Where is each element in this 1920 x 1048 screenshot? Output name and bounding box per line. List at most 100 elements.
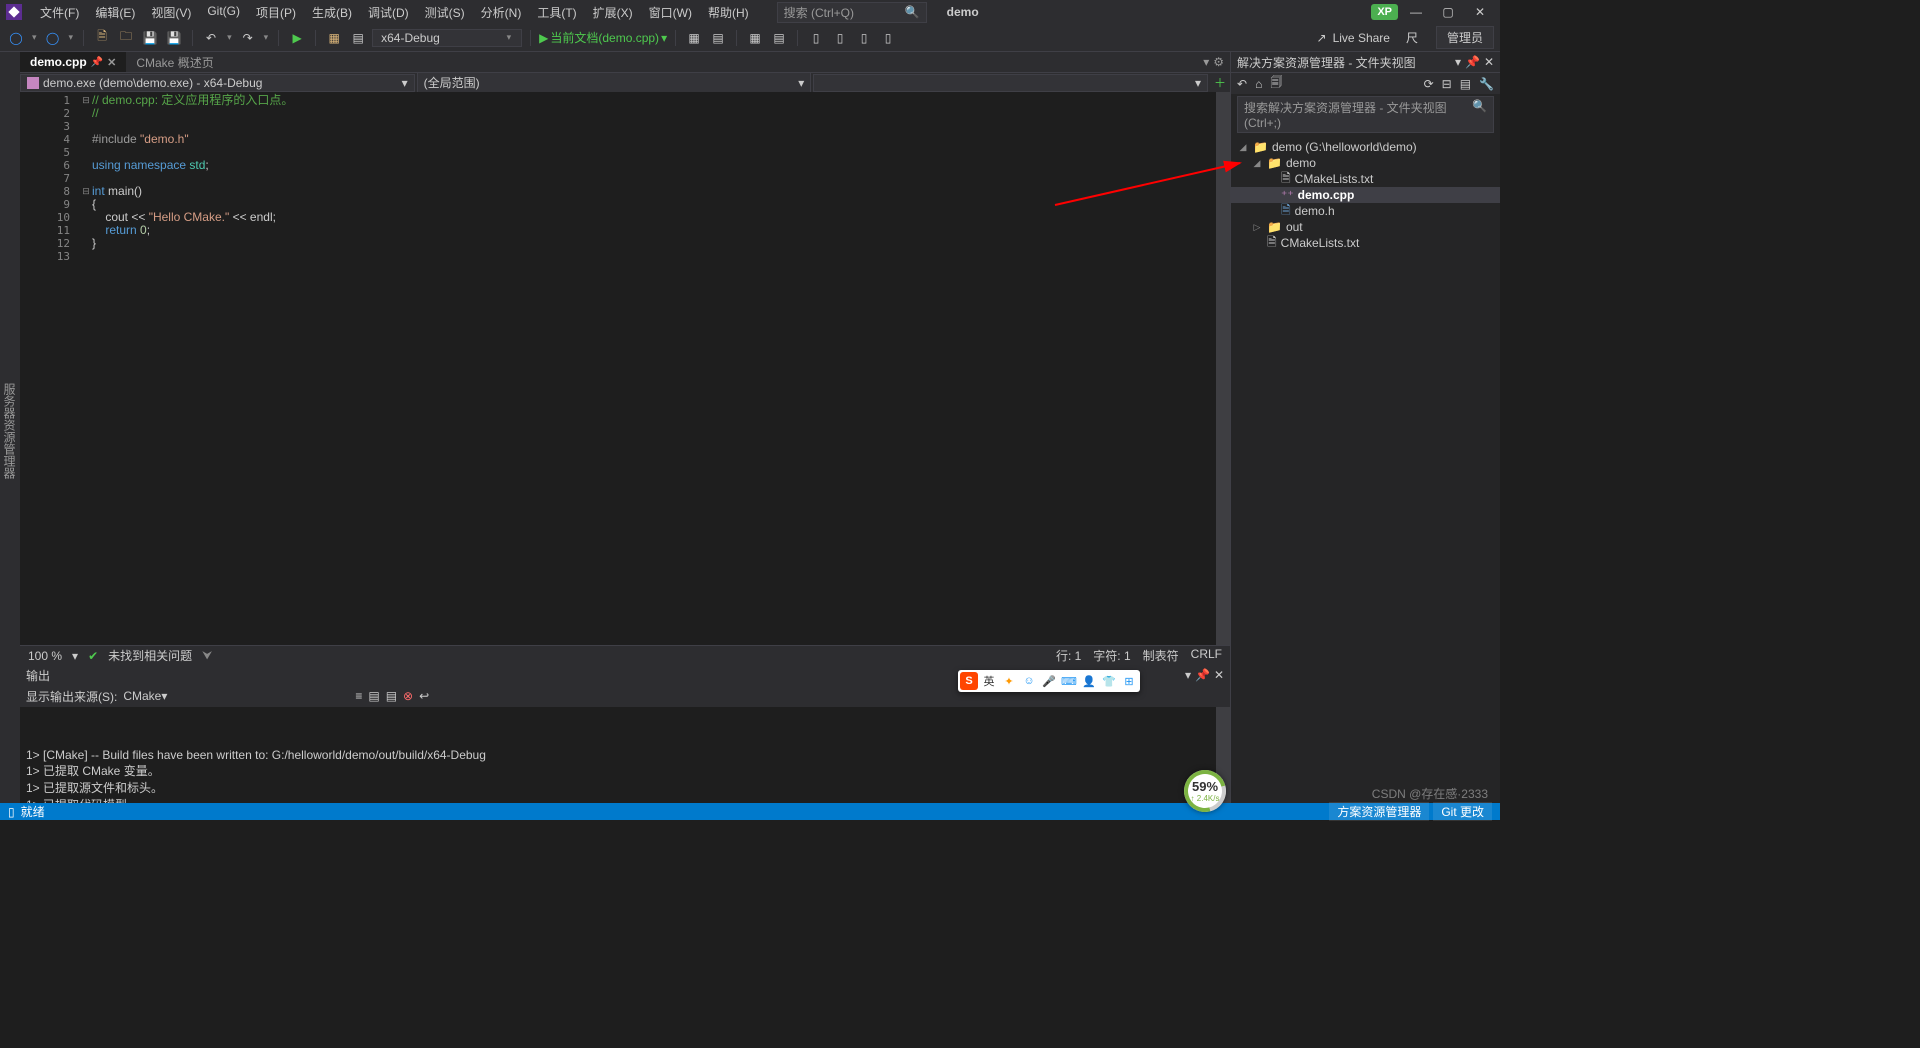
output-wrap-icon[interactable]: ↩ [419, 689, 429, 703]
se-switch-view-icon[interactable]: 🗐 [1270, 73, 1282, 94]
se-home-icon[interactable]: ⌂ [1255, 77, 1262, 91]
tab-dropdown-icon[interactable]: ▾ [1203, 55, 1209, 69]
menu-item[interactable]: 调试(D) [360, 1, 417, 24]
toolbar-icon-3[interactable]: ▦ [745, 28, 765, 48]
se-collapse-icon[interactable]: ⊟ [1442, 77, 1452, 91]
maximize-button[interactable]: ▢ [1434, 2, 1462, 22]
toolbar-icon-1[interactable]: ▦ [684, 28, 704, 48]
se-refresh-icon[interactable]: ⟳ [1424, 77, 1434, 91]
menu-item[interactable]: 工具(T) [529, 1, 584, 24]
scope-project-combo[interactable]: demo.exe (demo\demo.exe) - x64-Debug▾ [20, 74, 415, 92]
ime-lang-toggle[interactable]: 英 [980, 672, 998, 690]
sogou-icon[interactable]: S [960, 672, 978, 690]
se-pin-icon[interactable]: 📌 [1465, 55, 1480, 69]
status-git-changes-button[interactable]: Git 更改 [1433, 802, 1492, 821]
left-tool-tabs[interactable]: 服务器资源管理器 工具箱 [0, 52, 20, 803]
add-icon[interactable]: ＋ [1210, 74, 1230, 91]
fold-column[interactable]: ⊟⊟ [80, 92, 92, 645]
ime-keyboard-icon[interactable]: ⌨ [1060, 672, 1078, 690]
tab-demo-cpp[interactable]: demo.cpp 📌 ✕ [20, 52, 126, 72]
issues-label[interactable]: 未找到相关问题 [108, 647, 192, 664]
output-clear-icon[interactable]: ⊗ [403, 689, 413, 703]
menu-item[interactable]: 分析(N) [473, 1, 530, 24]
save-icon[interactable]: 💾 [140, 28, 160, 48]
undo-icon[interactable]: ↶ [201, 28, 221, 48]
menu-item[interactable]: 项目(P) [248, 1, 304, 24]
tree-file-cmakelists[interactable]: 🗎CMakeLists.txt [1231, 171, 1500, 187]
toolbar-icon[interactable]: ▤ [348, 28, 368, 48]
ime-toolbox-icon[interactable]: ⊞ [1120, 672, 1138, 690]
code-editor[interactable]: 12345678910111213 ⊟⊟ // demo.cpp: 定义应用程序… [20, 92, 1230, 645]
toolbar-icon-7[interactable]: ▯ [854, 28, 874, 48]
menu-item[interactable]: 帮助(H) [700, 1, 757, 24]
live-share-button[interactable]: ↗ Live Share 尺 [1309, 29, 1426, 46]
se-close-icon[interactable]: ✕ [1484, 55, 1494, 69]
status-tabs[interactable]: 制表符 [1143, 647, 1179, 664]
menu-item[interactable]: 文件(F) [32, 1, 87, 24]
run-current-doc-button[interactable]: ▶ 当前文档(demo.cpp) ▾ [539, 29, 667, 46]
menu-item[interactable]: 生成(B) [304, 1, 360, 24]
build-icon[interactable]: ▦ [324, 28, 344, 48]
redo-icon[interactable]: ↷ [238, 28, 258, 48]
se-back-icon[interactable]: ↶ [1237, 77, 1247, 91]
toolbar-icon-2[interactable]: ▤ [708, 28, 728, 48]
feedback-icon[interactable]: 尺 [1406, 29, 1418, 46]
status-char[interactable]: 字符: 1 [1093, 647, 1130, 664]
ime-icon[interactable]: 👕 [1100, 672, 1118, 690]
output-tool-icon[interactable]: ≡ [355, 689, 362, 703]
menu-item[interactable]: 编辑(E) [87, 1, 143, 24]
tree-file-cmakelists-root[interactable]: 🗎CMakeLists.txt [1231, 235, 1500, 251]
tree-folder-demo[interactable]: ◢📁demo [1231, 155, 1500, 171]
new-file-icon[interactable]: 🗎 [92, 28, 112, 48]
toolbar-icon-6[interactable]: ▯ [830, 28, 850, 48]
ime-icon[interactable]: 👤 [1080, 672, 1098, 690]
menu-item[interactable]: Git(G) [199, 1, 248, 24]
user-badge[interactable]: XP [1371, 4, 1398, 20]
se-properties-icon[interactable]: 🔧 [1479, 77, 1494, 91]
output-body[interactable]: 1> [CMake] -- Build files have been writ… [20, 707, 1230, 803]
output-dropdown-icon[interactable]: ▾ [1185, 668, 1191, 682]
output-tool-icon[interactable]: ▤ [386, 689, 397, 703]
output-close-icon[interactable]: ✕ [1214, 668, 1224, 682]
toolbar-icon-4[interactable]: ▤ [769, 28, 789, 48]
code-area[interactable]: // demo.cpp: 定义应用程序的入口点。//#include "demo… [92, 92, 1230, 645]
close-button[interactable]: ✕ [1466, 2, 1494, 22]
start-debug-button[interactable]: ▶ [287, 28, 307, 48]
scope-member-combo[interactable]: ▾ [813, 74, 1208, 92]
menu-item[interactable]: 扩展(X) [585, 1, 641, 24]
issue-nav-icon[interactable]: ⮟ [202, 648, 212, 663]
zoom-level[interactable]: 100 % [28, 649, 62, 663]
tab-cmake-overview[interactable]: CMake 概述页 [126, 51, 223, 74]
menu-item[interactable]: 视图(V) [143, 1, 199, 24]
menu-item[interactable]: 测试(S) [417, 1, 473, 24]
back-button[interactable]: ◯ [6, 28, 26, 48]
gear-icon[interactable]: ⚙ [1213, 55, 1224, 69]
menu-item[interactable]: 窗口(W) [641, 1, 700, 24]
solution-explorer-search[interactable]: 搜索解决方案资源管理器 - 文件夹视图(Ctrl+;) 🔍 [1237, 96, 1494, 133]
performance-widget[interactable]: 59% ↑ 2.4K/s [1184, 770, 1226, 812]
editor-scrollbar[interactable] [1216, 92, 1230, 645]
save-all-icon[interactable]: 💾 [164, 28, 184, 48]
ime-toolbar[interactable]: S 英 ✦ ☺ 🎤 ⌨ 👤 👕 ⊞ [958, 670, 1140, 692]
se-dropdown-icon[interactable]: ▾ [1455, 55, 1461, 69]
quick-search-input[interactable]: 搜索 (Ctrl+Q) 🔍 [777, 2, 927, 23]
toolbar-icon-8[interactable]: ▯ [878, 28, 898, 48]
ime-icon[interactable]: ✦ [1000, 672, 1018, 690]
tree-file-demo-h[interactable]: 🗎demo.h [1231, 203, 1500, 219]
scope-global-combo[interactable]: (全局范围)▾ [417, 72, 812, 93]
tree-file-demo-cpp[interactable]: ⁺⁺demo.cpp [1231, 187, 1500, 203]
forward-button[interactable]: ◯ [43, 28, 63, 48]
se-show-all-icon[interactable]: ▤ [1460, 77, 1471, 91]
server-explorer-tab[interactable]: 服务器资源管理器 [0, 379, 20, 483]
config-combo[interactable]: x64-Debug▾ [372, 29, 522, 47]
status-crlf[interactable]: CRLF [1191, 647, 1222, 664]
output-source-combo[interactable]: CMake▾ [123, 689, 343, 703]
tab-close-icon[interactable]: ✕ [107, 56, 116, 69]
output-pin-icon[interactable]: 📌 [1195, 668, 1210, 682]
toolbar-icon-5[interactable]: ▯ [806, 28, 826, 48]
open-file-icon[interactable]: 🗀 [116, 28, 136, 48]
ime-icon[interactable]: ☺ [1020, 672, 1038, 690]
pin-icon[interactable]: 📌 [91, 57, 103, 68]
tree-root[interactable]: ◢📁demo (G:\helloworld\demo) [1231, 139, 1500, 155]
ime-mic-icon[interactable]: 🎤 [1040, 672, 1058, 690]
